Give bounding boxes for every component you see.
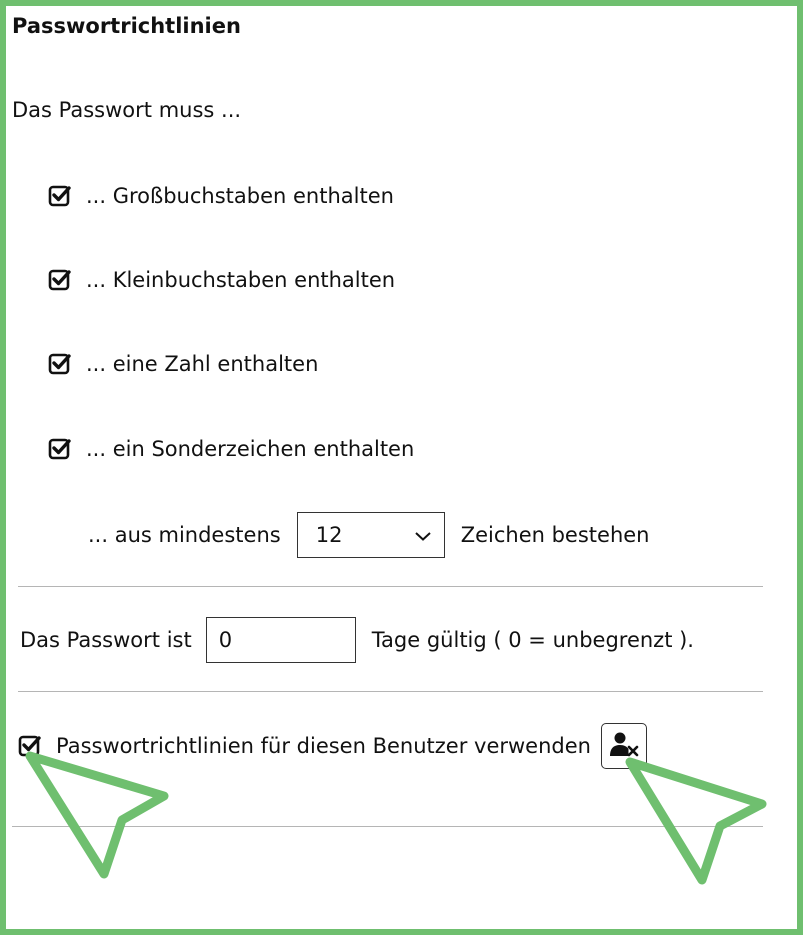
rule-uppercase[interactable]: ... Großbuchstaben enthalten <box>48 184 394 208</box>
expiry-days-value: 0 <box>218 628 233 652</box>
use-policy-row: Passwortrichtlinien für diesen Benutzer … <box>18 722 647 770</box>
min-length-select[interactable]: 12 <box>296 512 445 558</box>
panel-frame <box>0 0 803 935</box>
rule-label: ... Großbuchstaben enthalten <box>86 184 394 208</box>
expiry-suffix: Tage gültig ( 0 = unbegrenzt ). <box>371 628 694 652</box>
rule-label: ... eine Zahl enthalten <box>86 352 319 376</box>
min-length-prefix: ... aus mindestens <box>88 523 281 547</box>
checkbox-checked-icon[interactable] <box>48 352 72 376</box>
rule-label: ... Kleinbuchstaben enthalten <box>86 268 396 292</box>
min-length-row: ... aus mindestens 12 Zeichen bestehen <box>88 511 650 559</box>
checkbox-checked-icon[interactable] <box>48 437 72 461</box>
rule-lowercase[interactable]: ... Kleinbuchstaben enthalten <box>48 268 395 292</box>
divider <box>12 826 763 827</box>
user-remove-icon <box>609 731 639 762</box>
checkbox-checked-icon[interactable] <box>48 268 72 292</box>
rule-label: ... ein Sonderzeichen enthalten <box>86 437 415 461</box>
use-policy-checkbox-icon[interactable] <box>18 734 42 758</box>
policy-intro: Das Passwort muss ... <box>12 98 242 122</box>
expiry-row: Das Passwort ist 0 Tage gültig ( 0 = unb… <box>20 616 694 664</box>
min-length-value: 12 <box>315 523 343 547</box>
use-policy-label: Passwortrichtlinien für diesen Benutzer … <box>56 734 591 758</box>
checkbox-checked-icon[interactable] <box>48 184 72 208</box>
user-remove-button[interactable] <box>600 723 647 769</box>
expiry-days-input[interactable]: 0 <box>205 617 356 663</box>
min-length-suffix: Zeichen bestehen <box>460 523 650 547</box>
divider <box>18 691 763 692</box>
divider <box>18 586 763 587</box>
chevron-down-icon <box>414 523 432 547</box>
section-title: Passwortrichtlinien <box>12 14 241 38</box>
expiry-prefix: Das Passwort ist <box>20 628 192 652</box>
rule-special-char[interactable]: ... ein Sonderzeichen enthalten <box>48 437 414 461</box>
rule-number[interactable]: ... eine Zahl enthalten <box>48 352 318 376</box>
